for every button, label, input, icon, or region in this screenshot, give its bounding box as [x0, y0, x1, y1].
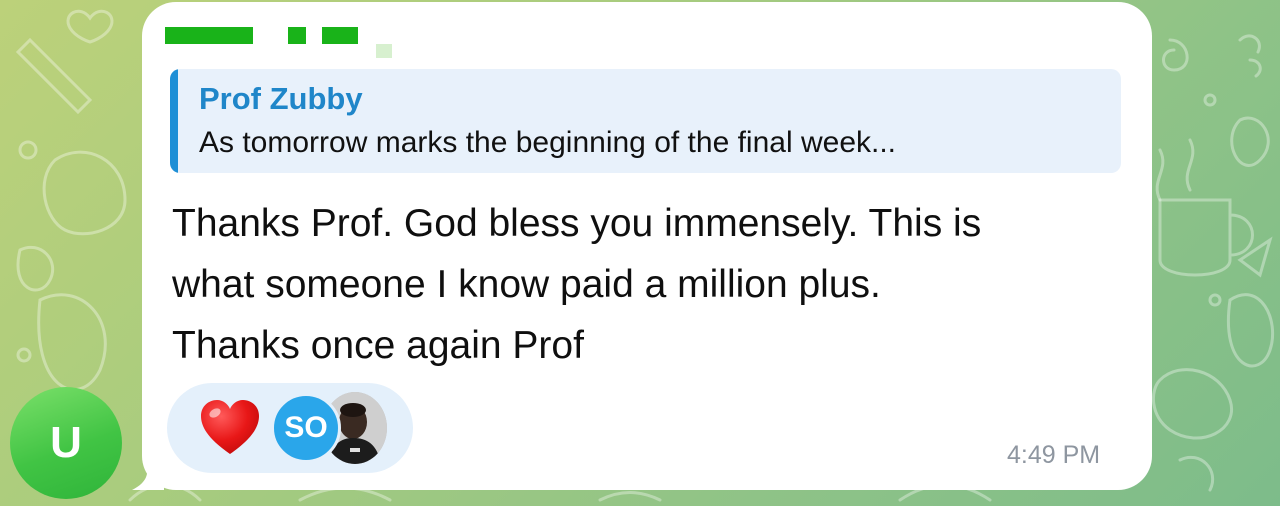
reply-preview: As tomorrow marks the beginning of the f…: [199, 126, 897, 159]
message-line: Thanks once again Prof: [172, 324, 584, 367]
sender-avatar[interactable]: U: [10, 387, 122, 499]
reply-author: Prof Zubby: [199, 81, 363, 116]
message-line: Thanks Prof. God bless you immensely. Th…: [172, 202, 982, 245]
message-line: what someone I know paid a million plus.: [172, 263, 881, 306]
reactor-avatar-so[interactable]: SO: [271, 393, 341, 463]
reply-quote[interactable]: Prof Zubby As tomorrow marks the beginni…: [170, 69, 1121, 173]
reply-accent-bar: [170, 69, 178, 173]
heart-icon: [201, 400, 259, 454]
reaction-chip[interactable]: SO: [167, 383, 413, 473]
reactor-initials: SO: [284, 411, 328, 444]
message-timestamp: 4:49 PM: [1007, 441, 1101, 469]
message-text: Thanks Prof. God bless you immensely. Th…: [172, 193, 1132, 376]
sender-avatar-initial: U: [50, 418, 82, 467]
